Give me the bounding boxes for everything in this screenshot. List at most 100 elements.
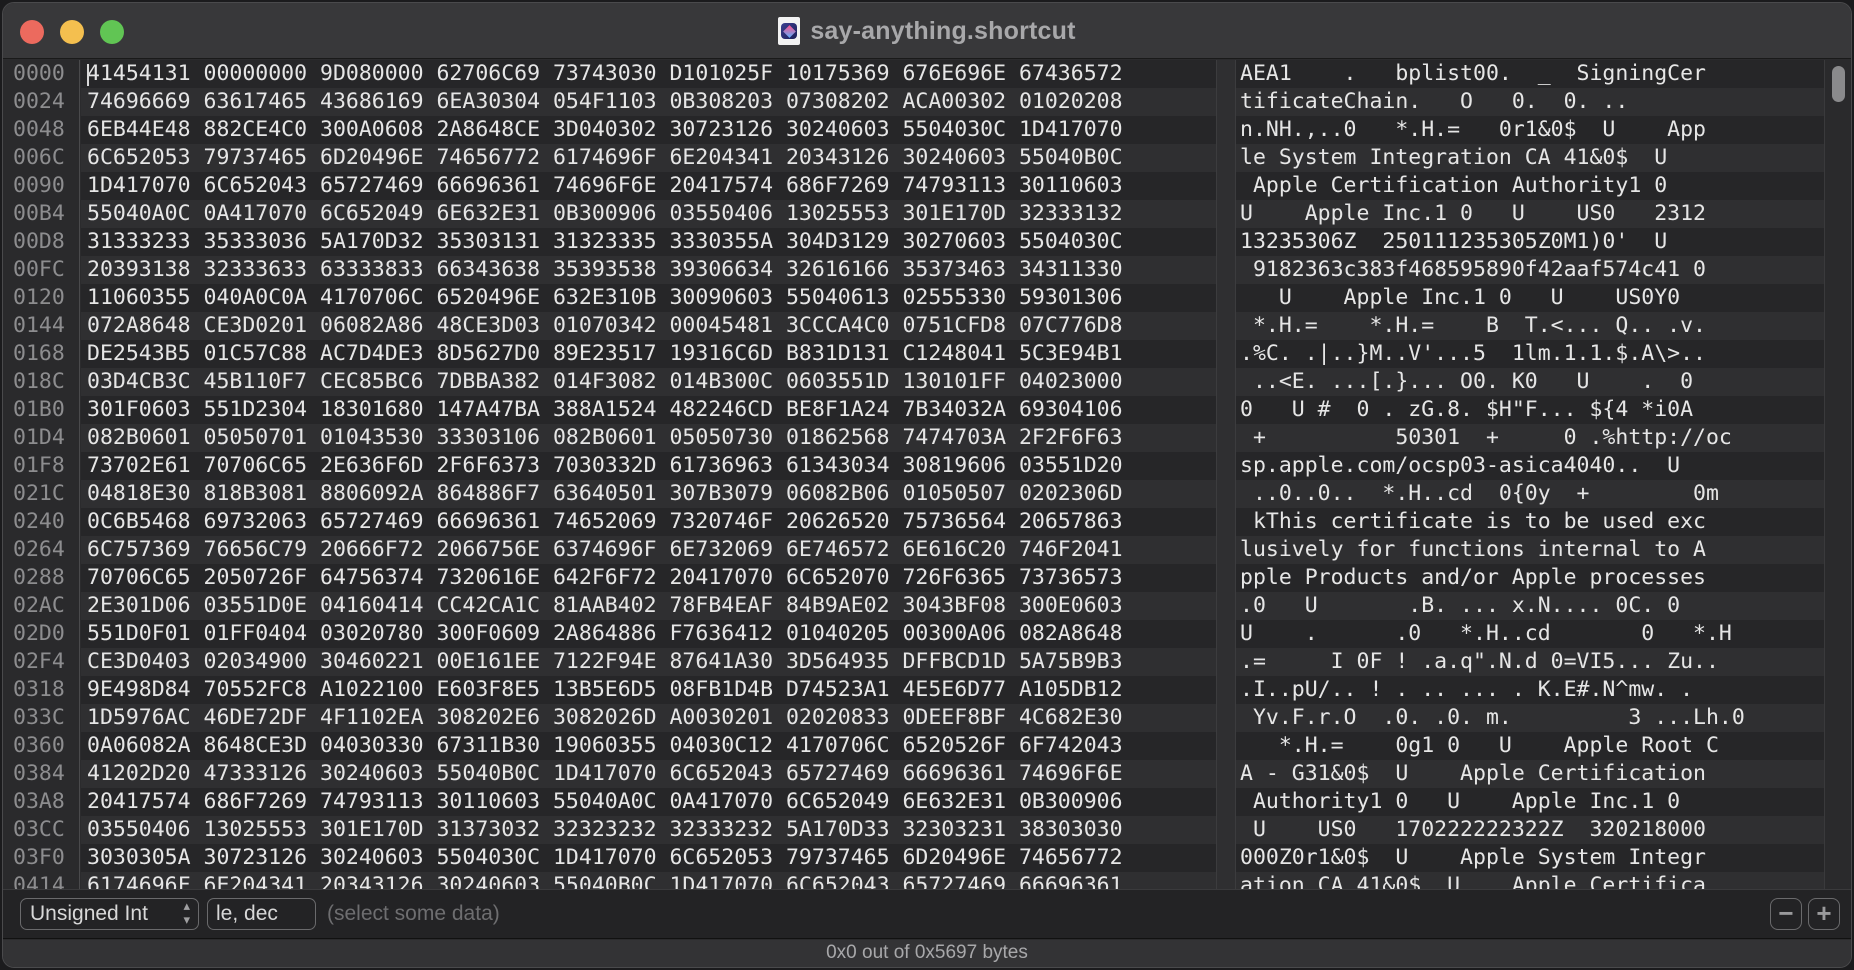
ascii-row[interactable]: .= I 0F ! .a.q".N.d 0=VI5... Zu.. — [1236, 648, 1824, 676]
hex-row[interactable]: 04818E30 818B3081 8806092A 864886F7 6364… — [81, 480, 1216, 508]
ascii-column[interactable]: AEA1 . bplist00. _ SigningCer tificateCha… — [1236, 60, 1824, 889]
hex-column[interactable]: 41454131 00000000 9D080000 62706C69 7374… — [81, 60, 1216, 889]
ascii-row[interactable]: Yv.F.r.O .0. .0. m. 3 ...Lh.0 — [1236, 704, 1824, 732]
ascii-row[interactable]: AEA1 . bplist00. _ SigningCer — [1236, 60, 1824, 88]
ascii-row[interactable]: *.H.= 0g1 0 U Apple Root C — [1236, 732, 1824, 760]
ascii-row[interactable]: pple Products and/or Apple processes — [1236, 564, 1824, 592]
vertical-scrollbar[interactable] — [1824, 60, 1851, 889]
row-offset: 00B4 — [13, 201, 65, 226]
ascii-row[interactable]: .0 U .B. ... x.N.... 0C. 0 — [1236, 592, 1824, 620]
hex-row[interactable]: 3030305A 30723126 30240603 5504030C 1D41… — [81, 844, 1216, 872]
column-divider[interactable] — [1216, 60, 1236, 889]
data-inspector-bar: Unsigned Int ▴ ▾ le, dec (select some dat… — [3, 889, 1851, 939]
row-offset: 0144 — [13, 313, 65, 338]
ascii-row[interactable]: .I..pU/.. ! . .. ... . K.E#.N^mw. . — [1236, 676, 1824, 704]
selection-status: 0x0 out of 0x5697 bytes — [826, 942, 1028, 963]
hex-row[interactable]: 6EB44E48 882CE4C0 300A0608 2A8648CE 3D04… — [81, 116, 1216, 144]
ascii-row[interactable]: U US0 170222222322Z 320218000 — [1236, 816, 1824, 844]
hex-row[interactable]: 74696669 63617465 43686169 6EA30304 054F… — [81, 88, 1216, 116]
row-offset: 0090 — [13, 173, 65, 198]
hex-row[interactable]: 73702E61 70706C65 2E636F6D 2F6F6373 7030… — [81, 452, 1216, 480]
hex-row[interactable]: 70706C65 2050726F 64756374 7320616E 642F… — [81, 564, 1216, 592]
row-offset: 018C — [13, 369, 65, 394]
hex-row[interactable]: 41454131 00000000 9D080000 62706C69 7374… — [81, 60, 1216, 88]
ascii-row[interactable]: 000Z0r1&0$ U Apple System Integr — [1236, 844, 1824, 872]
row-offset: 03CC — [13, 817, 65, 842]
ascii-row[interactable]: 9182363c383f468595890f42aaf574c41 0 — [1236, 256, 1824, 284]
row-offset: 01D4 — [13, 425, 65, 450]
hex-row[interactable]: CE3D0403 02034900 30460221 00E161EE 7122… — [81, 648, 1216, 676]
hex-row[interactable]: 31333233 35333036 5A170D32 35303131 3132… — [81, 228, 1216, 256]
hex-row[interactable]: 20393138 32333633 63333833 66343638 3539… — [81, 256, 1216, 284]
ascii-row[interactable]: le System Integration CA 41&0$ U — [1236, 144, 1824, 172]
window-title-group: say-anything.shortcut — [3, 3, 1851, 59]
row-offset: 033C — [13, 705, 65, 730]
minus-icon: − — [1778, 898, 1794, 928]
hex-row[interactable]: 03550406 13025553 301E170D 31373032 3232… — [81, 816, 1216, 844]
inspector-value-readout: (select some data) — [327, 902, 500, 925]
data-type-select[interactable]: Unsigned Int ▴ ▾ — [20, 898, 199, 930]
row-offset: 006C — [13, 145, 65, 170]
remove-inspector-button[interactable]: − — [1770, 898, 1802, 930]
ascii-row[interactable]: sp.apple.com/ocsp03-asica4040.. U — [1236, 452, 1824, 480]
row-offset: 0168 — [13, 341, 65, 366]
hex-row[interactable]: 301F0603 551D2304 18301680 147A47BA 388A… — [81, 396, 1216, 424]
row-offset: 01B0 — [13, 397, 65, 422]
scrollbar-thumb[interactable] — [1832, 66, 1845, 102]
hex-row[interactable]: 551D0F01 01FF0404 03020780 300F0609 2A86… — [81, 620, 1216, 648]
hex-row[interactable]: 41202D20 47333126 30240603 55040B0C 1D41… — [81, 760, 1216, 788]
hex-row[interactable]: 1D5976AC 46DE72DF 4F1102EA 308202E6 3082… — [81, 704, 1216, 732]
endianness-field[interactable]: le, dec — [207, 898, 316, 930]
hex-row[interactable]: 6C757369 76656C79 20666F72 2066756E 6374… — [81, 536, 1216, 564]
ascii-row[interactable]: U Apple Inc.1 0 U US0Y0 — [1236, 284, 1824, 312]
ascii-row[interactable]: 0 U # 0 . zG.8. $H"F... ${4 *i0A — [1236, 396, 1824, 424]
row-offset: 02D0 — [13, 621, 65, 646]
hex-row[interactable]: 03D4CB3C 45B110F7 CEC85BC6 7DBBA382 014F… — [81, 368, 1216, 396]
hex-row[interactable]: 2E301D06 03551D0E 04160414 CC42CA1C 81AA… — [81, 592, 1216, 620]
ascii-row[interactable]: lusively for functions internal to A — [1236, 536, 1824, 564]
hex-row[interactable]: 0C6B5468 69732063 65727469 66696361 7465… — [81, 508, 1216, 536]
row-offset: 0000 — [13, 61, 65, 86]
ascii-row[interactable]: U . .0 *.H..cd 0 *.H — [1236, 620, 1824, 648]
ascii-row[interactable]: 13235306Z 250111235305Z0M1)0' U — [1236, 228, 1824, 256]
hex-row[interactable]: 11060355 040A0C0A 4170706C 6520496E 632E… — [81, 284, 1216, 312]
ascii-row[interactable]: kThis certificate is to be used exc — [1236, 508, 1824, 536]
ascii-row[interactable]: .%C. .|..}M..V'...5 1lm.1.1.$.A\>.. — [1236, 340, 1824, 368]
window-title: say-anything.shortcut — [810, 16, 1076, 45]
ascii-row[interactable]: + 50301 + 0 .%http://oc — [1236, 424, 1824, 452]
status-bar: 0x0 out of 0x5697 bytes — [3, 940, 1851, 967]
hex-view[interactable]: 0000 0024 0048 006C 0090 00B4 00D8 00FC 0120 0144… — [3, 60, 1851, 889]
ascii-row[interactable]: n.NH.,..0 *.H.= 0r1&0$ U App — [1236, 116, 1824, 144]
ascii-row[interactable]: A - G31&0$ U Apple Certification — [1236, 760, 1824, 788]
row-offset: 00FC — [13, 257, 65, 282]
ascii-row[interactable]: ..<E. ...[.}... O0. K0 U . 0 — [1236, 368, 1824, 396]
hex-row[interactable]: 0A06082A 8648CE3D 04030330 67311B30 1906… — [81, 732, 1216, 760]
hex-row[interactable]: 55040A0C 0A417070 6C652049 6E632E31 0B30… — [81, 200, 1216, 228]
ascii-row[interactable]: *.H.= *.H.= B T.<... Q.. .v. — [1236, 312, 1824, 340]
data-type-value: Unsigned Int — [30, 902, 148, 925]
hex-row[interactable]: 6C652053 79737465 6D20496E 74656772 6174… — [81, 144, 1216, 172]
row-offset: 021C — [13, 481, 65, 506]
row-offset: 02F4 — [13, 649, 65, 674]
ascii-row[interactable]: U Apple Inc.1 0 U US0 2312 — [1236, 200, 1824, 228]
hex-row[interactable]: DE2543B5 01C57C88 AC7D4DE3 8D5627D0 89E2… — [81, 340, 1216, 368]
hex-row[interactable]: 9E498D84 70552FC8 A1022100 E603F8E5 13B5… — [81, 676, 1216, 704]
offset-column: 0000 0024 0048 006C 0090 00B4 00D8 00FC 0120 0144… — [3, 60, 80, 889]
ascii-row[interactable]: Apple Certification Authority1 0 — [1236, 172, 1824, 200]
hex-row[interactable]: 6174696F 6E204341 20343126 30240603 5504… — [81, 872, 1216, 889]
hex-row[interactable]: 1D417070 6C652043 65727469 66696361 7469… — [81, 172, 1216, 200]
row-offset: 0360 — [13, 733, 65, 758]
hex-row[interactable]: 20417574 686F7269 74793113 30110603 5504… — [81, 788, 1216, 816]
hex-row[interactable]: 082B0601 05050701 01043530 33303106 082B… — [81, 424, 1216, 452]
hex-editor-window: say-anything.shortcut 0000 0024 0048 006C 00… — [2, 2, 1852, 968]
ascii-row[interactable]: tificateChain. O 0. 0. .. — [1236, 88, 1824, 116]
endianness-value: le, dec — [216, 902, 278, 925]
ascii-row[interactable]: ..0..0.. *.H..cd 0{0y + 0m — [1236, 480, 1824, 508]
shortcut-document-icon[interactable] — [778, 17, 801, 45]
row-offset: 0384 — [13, 761, 65, 786]
hex-row[interactable]: 072A8648 CE3D0201 06082A86 48CE3D03 0107… — [81, 312, 1216, 340]
ascii-row[interactable]: ation CA 41&0$ U Apple Certifica — [1236, 872, 1824, 889]
add-inspector-button[interactable]: + — [1808, 898, 1840, 930]
up-down-chevron-icon: ▴ ▾ — [183, 898, 190, 927]
ascii-row[interactable]: Authority1 0 U Apple Inc.1 0 — [1236, 788, 1824, 816]
